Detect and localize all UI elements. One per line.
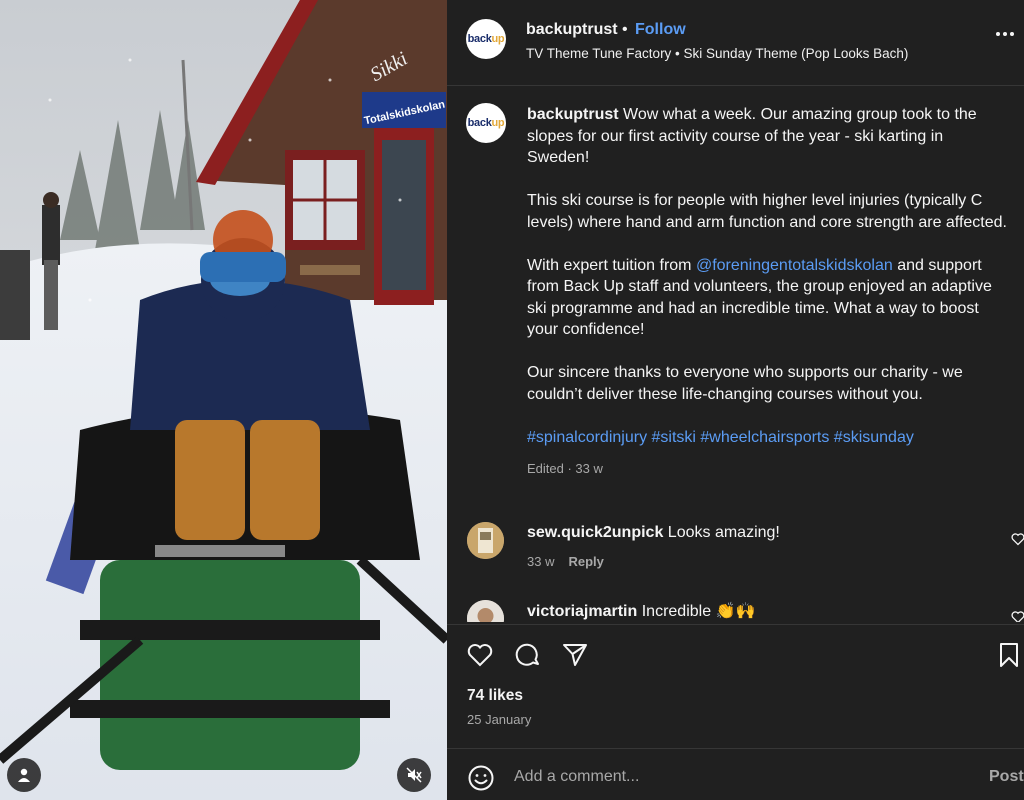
caption-username[interactable]: backuptrust	[527, 106, 619, 123]
divider	[447, 624, 1024, 625]
comment-item: victoriajmartin Incredible 👏🙌	[447, 598, 1024, 622]
post-header: backup backuptrust • Follow TV Theme Tun…	[447, 0, 1024, 85]
caption-paragraph: This ski course is for people with highe…	[527, 192, 1007, 231]
comment-text: sew.quick2unpick Looks amazing!	[527, 524, 780, 541]
brand-logo: backup	[467, 117, 505, 129]
caption-paragraph: backuptrust Wow what a week. Our amazing…	[527, 104, 1009, 169]
heart-icon[interactable]	[465, 640, 495, 670]
avatar[interactable]	[467, 522, 504, 559]
comment-input[interactable]	[514, 765, 954, 789]
heart-icon[interactable]	[1011, 532, 1024, 546]
avatar[interactable]	[467, 600, 504, 622]
hashtags[interactable]: #spinalcordinjury #sitski #wheelchairspo…	[527, 427, 1009, 449]
divider	[447, 85, 1024, 86]
comment-icon[interactable]	[513, 640, 543, 670]
caption-meta: Edited · 33 w	[527, 460, 603, 476]
bookmark-icon[interactable]	[994, 640, 1024, 670]
mention-link[interactable]: @foreningentotalskidskolan	[696, 257, 893, 274]
smiley-icon[interactable]	[467, 764, 495, 792]
follow-button[interactable]: Follow	[635, 21, 686, 39]
caption-paragraph: With expert tuition from @foreningentota…	[527, 256, 992, 339]
brand-logo: backup	[467, 33, 505, 45]
post-details-panel: backup backuptrust • Follow TV Theme Tun…	[447, 0, 1024, 800]
post-media[interactable]: Totalskidskolan Sikki	[0, 0, 447, 800]
muted-speaker-icon	[406, 767, 422, 783]
separator-dot: •	[622, 21, 628, 38]
tagged-users-button[interactable]	[7, 758, 41, 792]
caption: backuptrust Wow what a week. Our amazing…	[527, 104, 1009, 479]
divider	[447, 748, 1024, 749]
comment-username[interactable]: victoriajmartin	[527, 603, 637, 620]
instagram-post: Totalskidskolan Sikki backup backuptrust…	[0, 0, 1024, 800]
audio-attribution[interactable]: TV Theme Tune Factory • Ski Sunday Theme…	[526, 46, 908, 61]
action-bar	[447, 630, 1024, 678]
caption-paragraph: Our sincere thanks to everyone who suppo…	[527, 364, 963, 403]
comment-meta: 33 w Reply	[527, 554, 604, 569]
paper-plane-icon[interactable]	[560, 640, 590, 670]
more-horizontal-icon[interactable]	[996, 32, 1018, 42]
post-comment-button[interactable]: Post	[989, 768, 1024, 786]
post-date[interactable]: 25 January	[467, 712, 531, 727]
reply-button[interactable]: Reply	[568, 554, 603, 569]
mute-button[interactable]	[397, 758, 431, 792]
ski-photo: Totalskidskolan Sikki	[0, 0, 447, 800]
avatar[interactable]: backup	[466, 19, 506, 59]
comment-text: victoriajmartin Incredible 👏🙌	[527, 603, 756, 620]
likes-count[interactable]: 74 likes	[467, 687, 523, 705]
comment-username[interactable]: sew.quick2unpick	[527, 524, 663, 541]
avatar[interactable]: backup	[466, 103, 506, 143]
heart-icon[interactable]	[1011, 610, 1024, 622]
add-comment-bar: Post	[447, 755, 1024, 800]
user-tag-icon	[18, 768, 30, 782]
header-username[interactable]: backuptrust	[526, 21, 618, 39]
